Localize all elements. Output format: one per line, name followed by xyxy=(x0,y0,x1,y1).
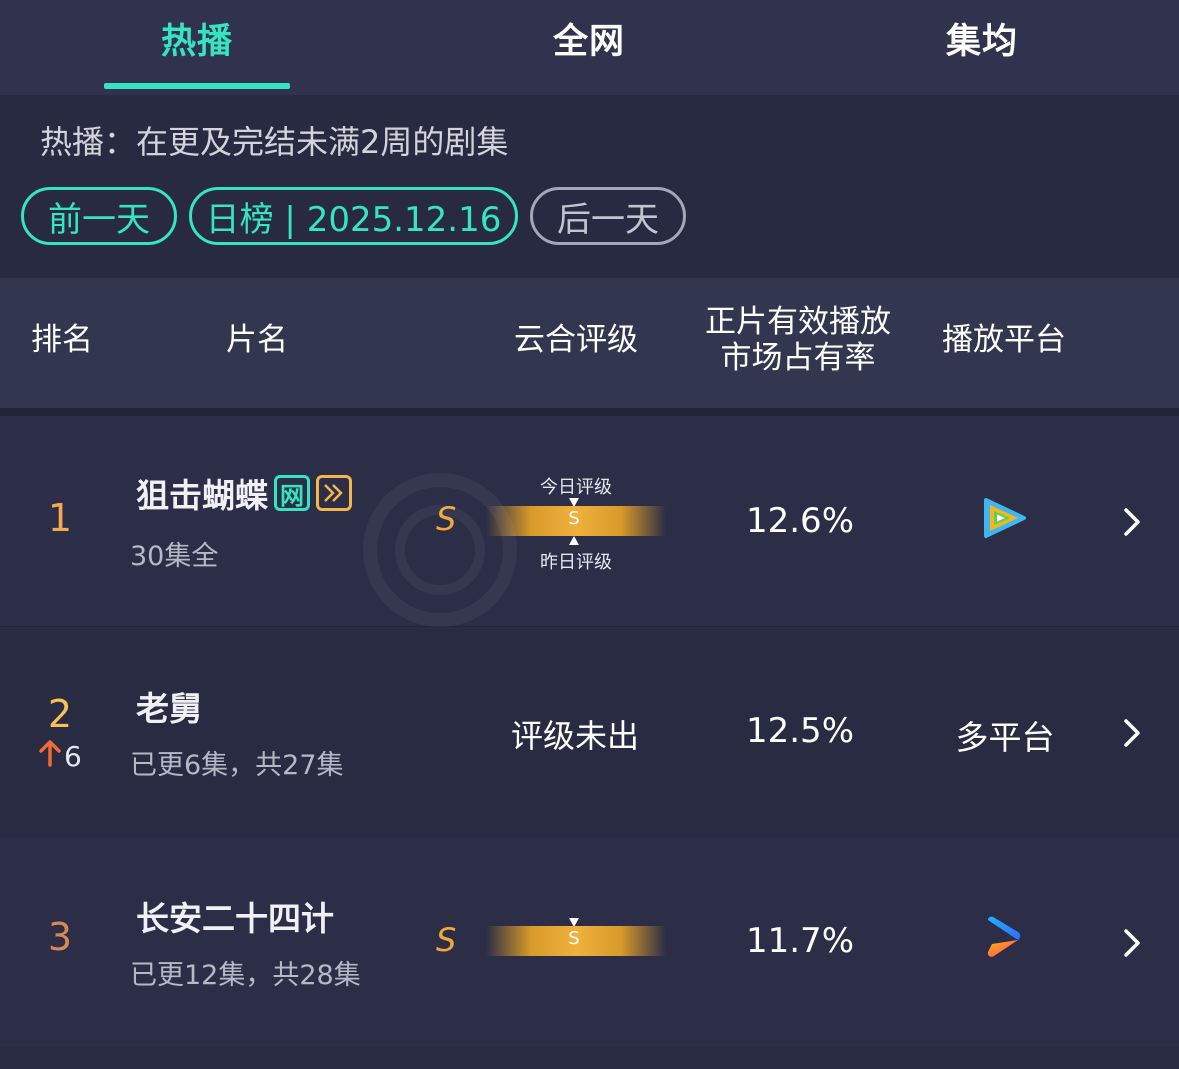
web-series-tag: 网 xyxy=(274,475,310,511)
tab-hot[interactable]: 热播 xyxy=(97,0,297,95)
header-title: 片名 xyxy=(226,322,288,358)
tencent-video-icon xyxy=(980,494,1028,542)
table-row[interactable] xyxy=(0,1047,1179,1069)
table-row[interactable]: 2 6 老舅 已更6集，共27集 评级未出 12.5% 多平台 xyxy=(0,627,1179,837)
show-title: 长安二十四计 xyxy=(136,892,334,940)
episode-info: 30集全 xyxy=(130,541,219,572)
header-share-line1: 正片有效播放 xyxy=(705,304,891,340)
grade-mark: S xyxy=(568,928,580,949)
yesterday-marker xyxy=(569,535,579,545)
episode-info: 已更6集，共27集 xyxy=(130,750,344,781)
show-title-row: 狙击蝴蝶 网 xyxy=(136,469,352,517)
grade-mark: S xyxy=(568,508,580,529)
top-tab-bar: 热播 全网 集均 xyxy=(0,0,1179,95)
episode-info: 已更12集，共28集 xyxy=(130,960,361,991)
grade-letter: S xyxy=(436,921,457,959)
grade-bar: S xyxy=(486,926,666,956)
header-platform: 播放平台 xyxy=(942,322,1066,358)
tab-all-network[interactable]: 全网 xyxy=(489,0,689,95)
arrow-up-icon xyxy=(38,739,62,774)
chevron-right-icon[interactable] xyxy=(1120,502,1144,542)
rank-number: 3 xyxy=(47,915,73,959)
platform-multi: 多平台 xyxy=(955,718,1055,757)
ranking-info: 热播：在更及完结未满2周的剧集 前一天 日榜 | 2025.12.16 后一天 xyxy=(0,95,1179,278)
market-share: 11.7% xyxy=(745,921,854,961)
header-rank: 排名 xyxy=(31,322,93,358)
show-title-text: 长安二十四计 xyxy=(136,899,334,938)
active-tab-indicator xyxy=(104,83,290,89)
prev-day-button[interactable]: 前一天 xyxy=(21,187,177,245)
rank-number: 2 xyxy=(47,692,73,736)
grade-today-label: 今日评级 xyxy=(540,477,612,498)
youku-icon xyxy=(980,914,1028,962)
market-share: 12.5% xyxy=(745,711,854,751)
next-day-button[interactable]: 后一天 xyxy=(530,187,686,245)
show-title-text: 老舅 xyxy=(136,689,202,728)
rank-number: 1 xyxy=(47,496,73,540)
show-title: 狙击蝴蝶 xyxy=(136,476,268,515)
rank-change-value: 6 xyxy=(64,740,82,773)
date-selector[interactable]: 日榜 | 2025.12.16 xyxy=(189,187,518,245)
market-share: 12.6% xyxy=(745,501,854,541)
header-share-line2: 市场占有率 xyxy=(720,340,876,376)
table-row[interactable]: 3 长安二十四计 已更12集，共28集 S S 11.7% xyxy=(0,837,1179,1047)
fast-forward-icon xyxy=(316,475,352,511)
grade-bar: S xyxy=(486,506,666,536)
table-header: 排名 片名 云合评级 正片有效播放 市场占有率 播放平台 xyxy=(0,278,1179,408)
ranking-description: 热播：在更及完结未满2周的剧集 xyxy=(40,123,509,161)
grade-letter: S xyxy=(436,500,457,538)
grade-pending: 评级未出 xyxy=(510,717,639,755)
table-row[interactable]: 1 狙击蝴蝶 网 30集全 S 今日评级 S 昨日评级 12.6% xyxy=(0,416,1179,626)
chevron-right-icon[interactable] xyxy=(1120,923,1144,963)
header-rating: 云合评级 xyxy=(514,322,638,358)
grade-yesterday-label: 昨日评级 xyxy=(540,552,612,573)
rank-change: 6 xyxy=(38,739,82,774)
show-title: 老舅 xyxy=(136,682,202,730)
chevron-right-icon[interactable] xyxy=(1120,713,1144,753)
tab-per-episode[interactable]: 集均 xyxy=(882,0,1082,95)
